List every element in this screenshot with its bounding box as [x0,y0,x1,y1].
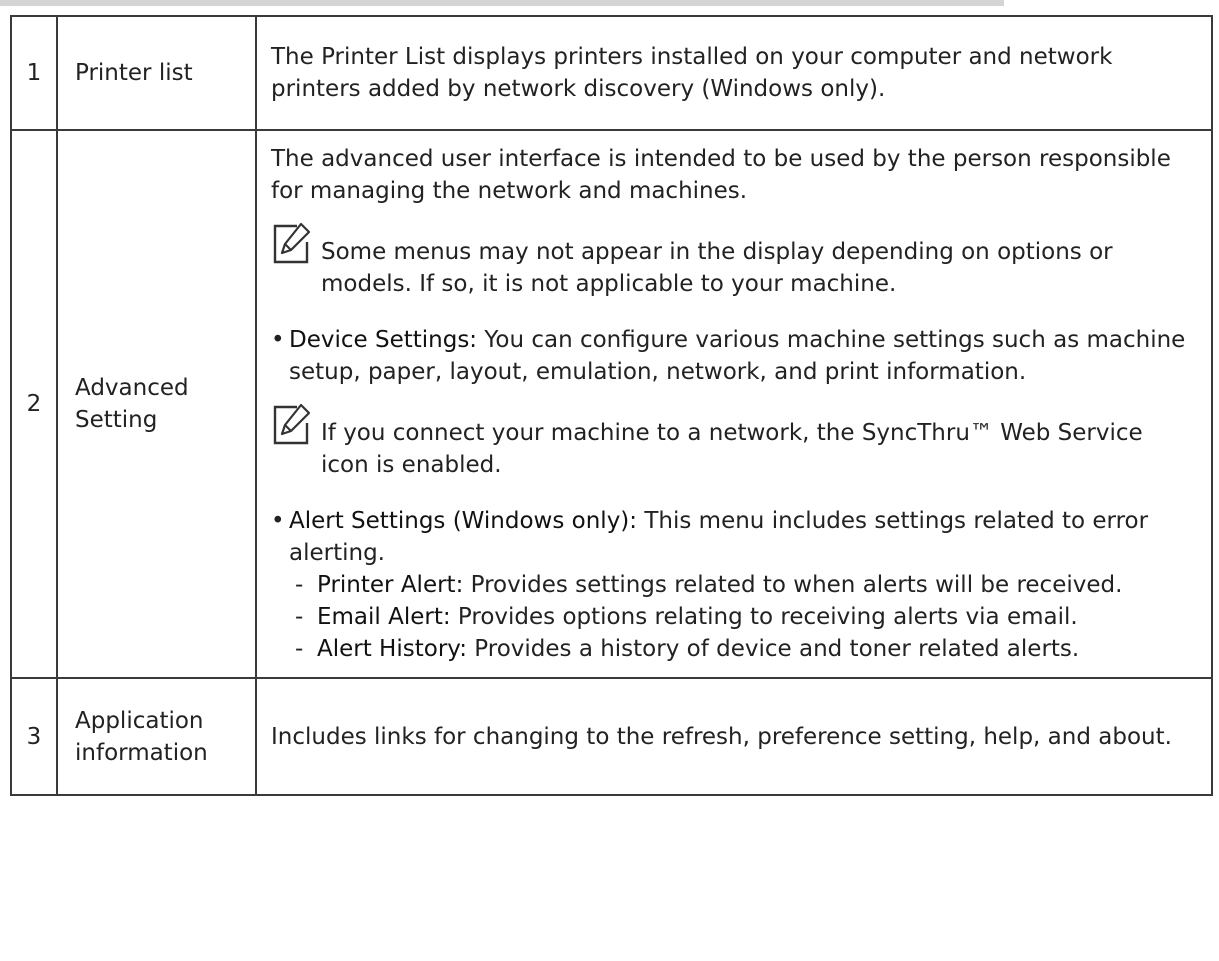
note-box: If you connect your machine to a network… [271,403,1195,481]
alert-sub-list: Printer Alert: Provides settings related… [289,569,1195,665]
alert-settings-term: Alert Settings (Windows only): [289,508,638,534]
sub-text: Provides settings related to when alerts… [463,572,1123,598]
table-row: 3 Application information Includes links… [10,677,1213,796]
note-text: If you connect your machine to a network… [321,420,1143,478]
sub-text: Provides a history of device and toner r… [466,636,1080,662]
sub-term: Email Alert: [317,604,451,630]
note-pencil-icon [273,403,311,445]
note-text: Some menus may not appear in the display… [321,239,1113,297]
row-name: Application information [56,677,257,796]
settings-list: Device Settings: You can configure vario… [271,324,1195,388]
sub-text: Provides options relating to receiving a… [450,604,1078,630]
sub-term: Alert History: [317,636,467,662]
top-rule [0,0,1004,6]
list-item: Alert Settings (Windows only): This menu… [271,505,1195,665]
row-number: 2 [10,129,58,679]
reference-table: 1 Printer list The Printer List displays… [10,15,1213,796]
table-row: 1 Printer list The Printer List displays… [10,15,1213,131]
settings-list: Alert Settings (Windows only): This menu… [271,505,1195,665]
sub-term: Printer Alert: [317,572,464,598]
note-box: Some menus may not appear in the display… [271,222,1195,300]
device-settings-term: Device Settings: [289,327,478,353]
list-item: Device Settings: You can configure vario… [271,324,1195,388]
note-pencil-icon [273,222,311,264]
row-description: Includes links for changing to the refre… [255,677,1213,796]
row-number: 3 [10,677,58,796]
intro-text: The advanced user interface is intended … [271,146,1171,204]
table-row: 2 Advanced Setting The advanced user int… [10,129,1213,679]
row-name: Printer list [56,15,257,131]
row-name: Advanced Setting [56,129,257,679]
list-item: Alert History: Provides a history of dev… [289,633,1195,665]
row-description: The Printer List displays printers insta… [255,15,1213,131]
list-item: Email Alert: Provides options relating t… [289,601,1195,633]
row-description: The advanced user interface is intended … [255,129,1213,679]
list-item: Printer Alert: Provides settings related… [289,569,1195,601]
row-number: 1 [10,15,58,131]
